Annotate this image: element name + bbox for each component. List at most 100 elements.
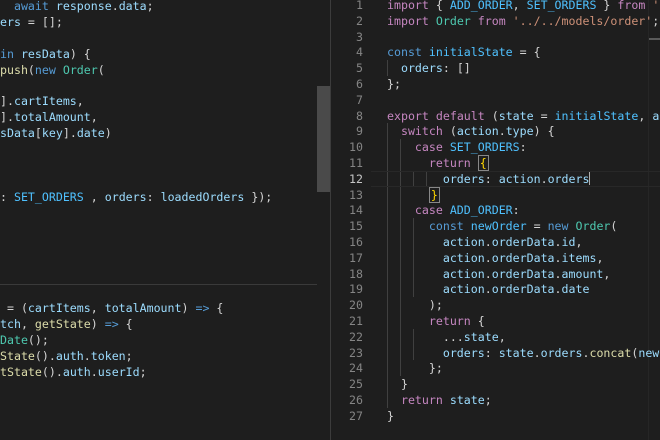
left-code-line xyxy=(0,205,318,221)
code-token: newOrder xyxy=(470,219,527,234)
right-code-line[interactable]: 27} xyxy=(331,408,660,424)
code-token: ( xyxy=(97,62,105,77)
right-code-line[interactable]: 16 action.orderData.id, xyxy=(331,234,660,250)
code-content: } xyxy=(387,408,394,424)
left-code-line xyxy=(0,252,318,268)
code-token: , xyxy=(83,189,105,204)
line-number: 16 xyxy=(349,235,363,249)
code-token: export xyxy=(387,108,429,123)
left-code-line: tState().auth.userId; xyxy=(0,364,318,380)
code-token: concat xyxy=(589,345,632,360)
right-code-line[interactable]: 4 const initialState = { xyxy=(331,44,660,60)
left-editor-pane[interactable]: await response.data; ers = []; in resData)… xyxy=(0,0,318,440)
left-code-line: in resData) { xyxy=(0,46,318,62)
code-token: import xyxy=(387,13,429,28)
right-code-line[interactable]: 7 xyxy=(331,92,660,108)
code-token: ADD_ORDER xyxy=(449,0,513,12)
code-token: switch xyxy=(400,124,443,139)
right-code-line[interactable]: 14 case ADD_ORDER: xyxy=(331,202,660,218)
code-token: from xyxy=(617,0,646,12)
code-token: orderData xyxy=(491,235,555,249)
left-code-line: ers = []; xyxy=(0,14,318,30)
right-code-line[interactable]: 1 import { ADD_ORDER, SET_ORDERS } from '… xyxy=(331,0,660,13)
line-number: 18 xyxy=(349,266,363,281)
code-content: ); xyxy=(387,297,443,313)
code-token: ( xyxy=(484,108,499,123)
code-token: auth xyxy=(55,348,84,363)
left-pane-separator xyxy=(0,284,318,285)
left-editor-scrollbar[interactable] xyxy=(317,0,330,440)
right-code-line[interactable]: 5 orders: [] xyxy=(331,60,660,76)
code-token: sData xyxy=(0,126,35,141)
left-code-line xyxy=(0,157,318,173)
code-token: } xyxy=(387,408,394,423)
right-code-line[interactable]: 6}; xyxy=(331,76,660,92)
code-token: action xyxy=(456,124,499,139)
code-content: }; xyxy=(387,360,443,376)
right-code-line[interactable]: 19 action.orderData.date xyxy=(331,281,660,297)
right-code-line[interactable]: 9 switch (action.type) { xyxy=(331,123,660,139)
code-token: ]. xyxy=(0,110,14,125)
line-number: 9 xyxy=(356,124,363,139)
right-code-line[interactable]: 22 ...state, xyxy=(331,329,660,345)
code-content: } xyxy=(387,186,440,203)
right-code-line[interactable]: 18 action.orderData.amount, xyxy=(331,266,660,282)
code-token: => xyxy=(195,301,210,316)
code-token: in xyxy=(0,46,14,61)
right-code-line[interactable]: 24 }; xyxy=(331,360,660,376)
code-token: SET_ORDERS xyxy=(526,0,597,12)
code-token: . xyxy=(498,124,506,139)
code-token: ) { xyxy=(69,46,91,61)
code-token: ; xyxy=(125,348,133,363)
right-editor-pane[interactable]: 1 import { ADD_ORDER, SET_ORDERS } from '… xyxy=(331,0,660,440)
code-content: return state; xyxy=(387,392,492,408)
right-code-line[interactable]: 12 orders: action.orders xyxy=(331,171,660,187)
line-number: 22 xyxy=(349,329,363,344)
line-number: 14 xyxy=(349,203,363,218)
right-code-line[interactable]: 23 orders: state.orders.concat(newOrde xyxy=(331,345,660,361)
left-code-line: ].cartItems, xyxy=(0,93,318,109)
right-code-line[interactable]: 10 case SET_ORDERS: xyxy=(331,139,660,155)
left-editor-scroll-thumb[interactable] xyxy=(317,86,330,192)
code-token: ) { xyxy=(533,124,555,139)
code-token: newOrde xyxy=(638,345,660,360)
code-token: return xyxy=(428,314,471,328)
right-code-line[interactable]: 25 } xyxy=(331,376,660,392)
code-token: SET_ORDERS xyxy=(449,140,520,155)
right-code-line[interactable]: 2 import Order from '../../models/order'; xyxy=(331,13,660,29)
right-code-line[interactable]: 26 return state; xyxy=(331,392,660,408)
code-token: { xyxy=(209,301,224,316)
code-token: Date xyxy=(0,332,28,347)
code-token: }); xyxy=(244,189,273,204)
right-code-line[interactable]: 11 return { xyxy=(331,155,660,171)
code-token: state xyxy=(498,345,534,360)
right-code-line[interactable]: 15 const newOrder = new Order( xyxy=(331,218,660,234)
right-code-line[interactable]: 20 ); xyxy=(331,297,660,313)
code-token: . xyxy=(484,266,492,281)
left-code-line: tch, getState) => { xyxy=(0,316,318,332)
code-token: ]. xyxy=(0,94,14,109)
line-number: 6 xyxy=(356,77,363,91)
right-code-line[interactable]: 13 } xyxy=(331,186,660,203)
code-token: orders xyxy=(547,171,590,186)
right-code-line[interactable]: 21 return { xyxy=(331,313,660,329)
right-code-line[interactable]: 8 export default (state = initialState, a… xyxy=(331,108,660,124)
code-token: } xyxy=(596,0,618,12)
line-number: 12 xyxy=(349,171,363,186)
code-token: . xyxy=(484,235,492,249)
code-token: ) xyxy=(181,301,196,316)
right-code-line[interactable]: 17 action.orderData.items, xyxy=(331,250,660,266)
right-code-line[interactable]: 3 xyxy=(331,29,660,45)
code-token: orders xyxy=(540,345,583,360)
code-token: : xyxy=(146,189,161,204)
code-token: default xyxy=(435,108,485,123)
code-token: action xyxy=(442,282,485,297)
